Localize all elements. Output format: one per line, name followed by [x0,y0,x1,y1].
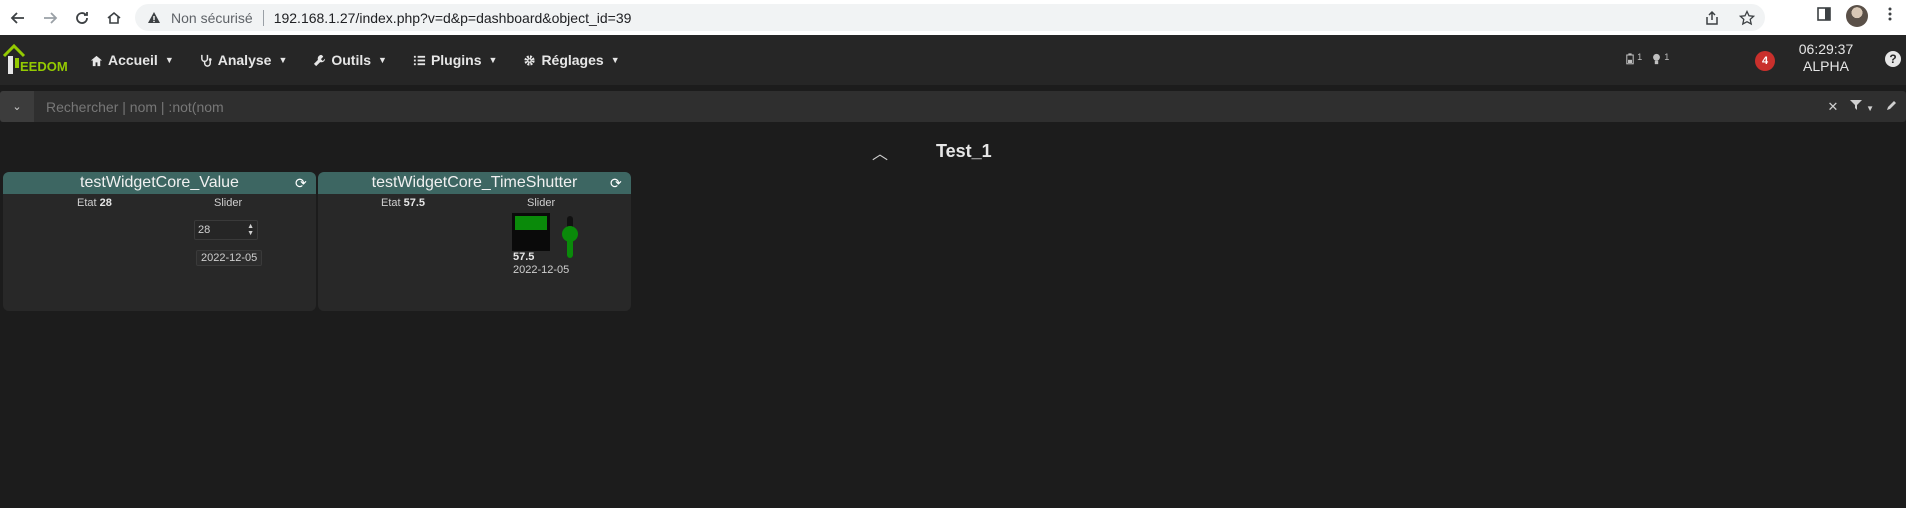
object-title: Test_1 [936,141,992,161]
battery-count: 1 [1637,52,1643,62]
search-options-button[interactable]: ⌄ [0,91,34,122]
vertical-slider[interactable] [562,216,578,258]
filter-icon[interactable]: ▼ [1850,99,1874,114]
widget-timeshutter: testWidgetCore_TimeShutter ⟳ [318,172,631,311]
stethoscope-icon [200,54,212,67]
main-navbar: EEDOM Accueil ▼ Analyse ▼ Outils ▼ Plugi… [0,35,1906,85]
caret-down-icon: ▼ [378,55,387,65]
menu-label: Accueil [108,52,158,68]
search-input[interactable] [34,91,1906,122]
star-icon[interactable] [1738,9,1755,26]
menu-bar: Accueil ▼ Analyse ▼ Outils ▼ Plugins ▼ R… [90,35,620,85]
edit-icon[interactable] [1886,99,1898,114]
menu-label: Plugins [430,52,482,68]
shutter-value: 57.5 [513,251,535,263]
menu-label: Réglages [541,52,604,68]
reload-button[interactable] [68,4,96,32]
warning-icon [147,11,161,25]
bulb-count: 1 [1664,52,1670,62]
more-options-icon[interactable] [1882,6,1898,27]
arrow-right-icon [44,11,58,24]
widget-value: testWidgetCore_Value ⟳ [3,172,316,311]
separator [262,9,264,26]
slider-number-value: 28 [198,224,211,236]
home-icon [107,11,121,24]
gear-icon [524,54,536,66]
etat-value: 28 [99,197,112,209]
caret-down-icon: ▼ [488,55,498,65]
url-text[interactable]: 192.168.1.27/index.php?v=d&p=dashboard&o… [274,10,632,26]
slider-handle[interactable] [562,225,578,242]
widget-title[interactable]: testWidgetCore_Value [80,174,239,192]
share-icon[interactable] [1703,9,1720,26]
widget-title[interactable]: testWidgetCore_TimeShutter [372,174,578,192]
etat-label: Etat [381,197,401,209]
spinner-arrows-icon[interactable]: ▲ ▼ [247,223,254,237]
menu-label: Analyse [217,52,272,68]
jeedom-logo-icon[interactable]: EEDOM [2,42,72,78]
bulb-status[interactable]: 1 [1652,52,1669,68]
address-bar[interactable]: Non sécurisé 192.168.1.27/index.php?v=d&… [135,4,1765,31]
menu-accueil[interactable]: Accueil ▼ [90,52,174,68]
etat-command: Etat 57.5 [381,197,425,209]
notification-badge[interactable]: 4 [1755,51,1775,71]
menu-label: Outils [331,52,372,68]
battery-status[interactable]: 1 [1626,52,1642,68]
wrench-icon [314,54,326,66]
list-icon [413,55,426,65]
user-name: ALPHA [1803,58,1849,74]
shutter-graphic[interactable] [512,213,550,251]
etat-label: Etat [77,197,97,209]
shutter-date: 2022-12-05 [513,264,570,276]
clock-user[interactable]: 06:29:37 ALPHA [1786,41,1866,75]
home-button[interactable] [100,4,128,32]
date-text: 2022-12-05 [196,250,263,266]
clock-time: 06:29:37 [1798,41,1854,57]
home-icon [90,55,103,66]
caret-down-icon: ▼ [164,55,174,65]
profile-avatar[interactable] [1846,5,1868,27]
search-tools: ✕ ▼ [1828,91,1898,122]
slider-label: Slider [527,197,556,209]
value-date: 2022-12-05 [196,250,263,266]
slider-number-input[interactable]: 28 ▲ ▼ [194,220,258,240]
lightbulb-icon [1653,53,1661,64]
clear-icon[interactable]: ✕ [1828,99,1839,115]
sidepanel-icon[interactable] [1816,6,1832,27]
menu-analyse[interactable]: Analyse ▼ [200,52,288,68]
caret-down-icon: ▼ [610,55,620,65]
status-indicators: 1 1 [1626,52,1669,68]
shutter-level-fill [515,216,547,230]
widget-header: testWidgetCore_TimeShutter ⟳ [318,172,631,194]
menu-reglages[interactable]: Réglages ▼ [523,52,620,68]
battery-icon [1626,53,1634,64]
forward-button[interactable] [36,4,64,32]
menu-outils[interactable]: Outils ▼ [313,52,387,68]
collapse-object-icon[interactable]: ︿ [872,140,888,164]
arrow-left-icon [10,11,24,24]
chevron-down-icon: ⌄ [12,101,22,113]
etat-command: Etat 28 [77,197,112,209]
widget-header: testWidgetCore_Value ⟳ [3,172,316,194]
browser-toolbar: Non sécurisé 192.168.1.27/index.php?v=d&… [0,0,1906,35]
logo-text: EEDOM [20,59,68,74]
caret-down-icon: ▼ [278,55,288,65]
slider-label: Slider [214,197,243,209]
security-status[interactable]: Non sécurisé [171,10,253,26]
help-icon[interactable]: ? [1885,51,1901,67]
reload-icon [76,11,88,24]
menu-plugins[interactable]: Plugins ▼ [413,52,497,68]
refresh-icon[interactable]: ⟳ [295,175,310,191]
etat-value: 57.5 [403,197,426,209]
search-bar: ⌄ ✕ ▼ [0,91,1906,122]
back-button[interactable] [4,4,32,32]
refresh-icon[interactable]: ⟳ [610,175,625,191]
